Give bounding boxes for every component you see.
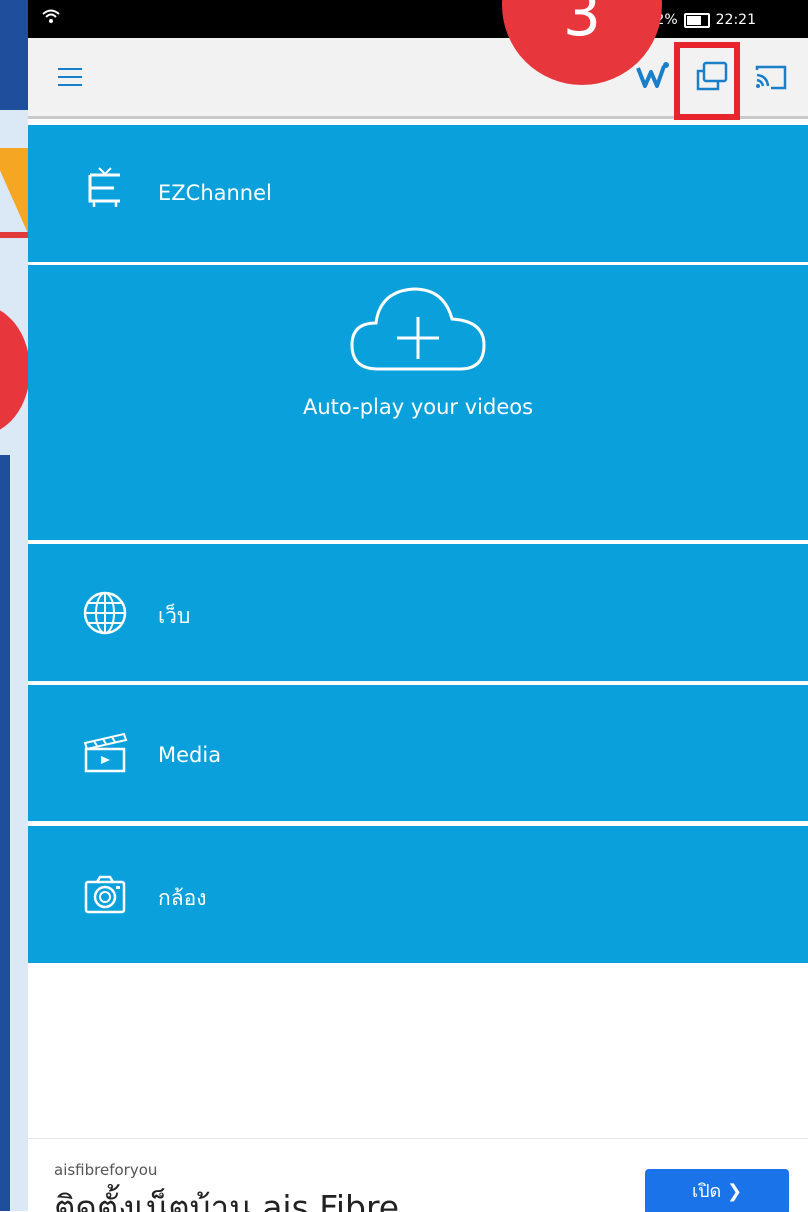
tile-camera-label: กล้อง (158, 886, 207, 910)
tv-icon (88, 167, 120, 207)
deco-navy-strip (0, 455, 10, 1211)
tutorial-left-decoration (0, 0, 28, 1211)
globe-icon (83, 591, 127, 635)
tile-autoplay-label: Auto-play your videos (302, 395, 534, 419)
cloud-add-icon (350, 287, 486, 371)
ad-title: ติดตั้งเน็ตบ้าน ais Fibre (54, 1188, 400, 1212)
ad-open-button[interactable]: เปิด ❯ (645, 1169, 789, 1212)
status-time: 22:21 (715, 12, 756, 28)
chevron-right-icon: ❯ (726, 1181, 743, 1202)
tile-web[interactable]: เว็บ (28, 544, 808, 681)
tile-camera[interactable]: กล้อง (28, 826, 808, 963)
tile-web-label: เว็บ (158, 604, 191, 628)
ad-source: aisfibreforyou (54, 1161, 158, 1179)
deco-orange-shape (0, 148, 28, 238)
tile-ezchannel-label: EZChannel (158, 181, 272, 205)
wifi-icon (42, 8, 60, 28)
clapperboard-icon (83, 732, 128, 773)
hamburger-icon[interactable] (58, 68, 82, 92)
tile-media[interactable]: Media (28, 685, 808, 821)
deco-red-bar (0, 232, 28, 238)
ad-open-button-label: เปิด (691, 1181, 722, 1202)
tile-media-label: Media (158, 743, 222, 767)
cast-icon[interactable] (753, 62, 789, 92)
status-bar: 2% 22:21 (28, 0, 808, 38)
tutorial-highlight-box (674, 42, 740, 120)
w-icon[interactable] (636, 60, 670, 90)
tile-autoplay[interactable]: Auto-play your videos (28, 265, 808, 540)
camera-icon (84, 875, 126, 914)
battery-icon (683, 12, 710, 28)
deco-navy-block (0, 0, 28, 110)
deco-red-circle (0, 305, 28, 435)
ad-banner[interactable]: aisfibreforyou ติดตั้งเน็ตบ้าน ais Fibre… (28, 1138, 808, 1212)
tile-ezchannel[interactable]: EZChannel (28, 125, 808, 262)
